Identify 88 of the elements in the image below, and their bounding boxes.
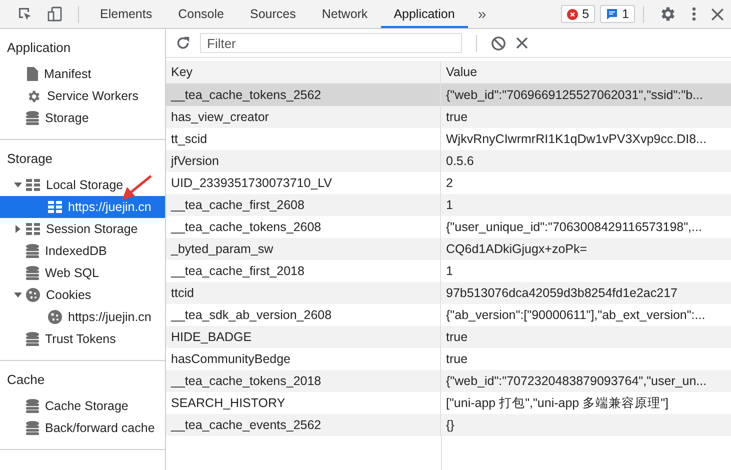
- value-cell-text: 1: [445, 197, 454, 214]
- grid-icon: [26, 223, 40, 235]
- database-icon: [26, 266, 39, 280]
- value-cell-text: 0.5.6: [445, 153, 475, 170]
- inspect-icon[interactable]: [17, 6, 33, 22]
- column-header[interactable]: Value: [441, 61, 731, 83]
- tree-item[interactable]: https://juejin.cn: [0, 196, 165, 218]
- tree-item[interactable]: Cache Storage: [0, 395, 165, 417]
- panel-tab[interactable]: Console: [165, 0, 237, 28]
- section-title: Cache: [6, 371, 46, 389]
- key-cell: ttcid: [166, 282, 441, 304]
- value-cell-text: {}: [445, 417, 456, 434]
- database-icon: [26, 244, 39, 258]
- key-cell: __tea_cache_first_2608: [166, 194, 441, 216]
- database-icon: [26, 332, 39, 346]
- refresh-icon[interactable]: [176, 36, 190, 50]
- value-cell-text: true: [445, 351, 469, 368]
- database-icon: [26, 111, 39, 125]
- value-cell-text: {"web_id":"7069669125527062031","ssid":"b...: [445, 87, 704, 104]
- tree-item[interactable]: IndexedDB: [0, 240, 165, 262]
- clear-icon[interactable]: [516, 37, 528, 49]
- tree-item[interactable]: Cookies: [0, 284, 165, 306]
- tree-item[interactable]: Web SQL: [0, 262, 165, 284]
- collapsed-triangle-icon[interactable]: [14, 225, 22, 233]
- file-icon: [26, 67, 38, 81]
- value-cell-text: 97b513076dca42059d3b8254fd1e2ac217: [445, 285, 678, 302]
- counter-badge[interactable]: 5: [561, 5, 596, 23]
- grid-icon: [26, 179, 40, 191]
- tree-item[interactable]: Trust Tokens: [0, 328, 165, 350]
- table-row[interactable]: __tea_cache_tokens_2018 {"web_id":"7072320483879093764","user_un...: [166, 370, 731, 392]
- table-row[interactable]: __tea_cache_events_2562 {}: [166, 414, 731, 436]
- more-tabs-button[interactable]: »: [468, 6, 496, 22]
- tree-item[interactable]: Local Storage: [0, 174, 165, 196]
- panel-tab[interactable]: Elements: [87, 0, 166, 28]
- tree-item[interactable]: Session Storage: [0, 218, 165, 240]
- counter-badge[interactable]: 1: [600, 5, 635, 23]
- value-cell-text: {"ab_version":["90000611"],"ab_ext_version":...: [445, 307, 706, 324]
- settings-icon[interactable]: [659, 5, 677, 23]
- error-icon: [567, 8, 578, 20]
- key-cell: __tea_cache_tokens_2018: [166, 370, 441, 392]
- value-cell-text: 1: [445, 263, 454, 280]
- cookie-icon: [48, 310, 62, 324]
- value-cell-text: WjkvRnyCIwrmrRI1K1qDw1vPV3Xvp9cc.DI8...: [445, 131, 708, 148]
- key-cell: __tea_cache_events_2562: [166, 414, 441, 436]
- table-row[interactable]: __tea_cache_first_2608 1: [166, 194, 731, 216]
- key-cell: HIDE_BADGE: [166, 326, 441, 348]
- value-cell-text: true: [445, 329, 469, 346]
- column-header[interactable]: Key: [166, 61, 441, 83]
- block-icon[interactable]: [491, 36, 506, 50]
- gear-icon: [26, 88, 41, 104]
- value-cell-text: CQ6d1ADkiGjugx+zoPk=: [445, 241, 588, 258]
- message-icon: [606, 8, 618, 20]
- tree-item[interactable]: https://juejin.cn: [0, 306, 165, 328]
- tree-item[interactable]: Service Workers: [0, 85, 165, 107]
- panel-tab[interactable]: Network: [308, 0, 381, 28]
- table-row[interactable]: ttcid 97b513076dca42059d3b8254fd1e2ac217: [166, 282, 731, 304]
- database-icon: [26, 399, 39, 413]
- cookie-icon: [26, 288, 40, 302]
- filter-field[interactable]: Filter: [200, 33, 462, 53]
- expanded-triangle-icon[interactable]: [14, 181, 22, 189]
- device-icon[interactable]: [47, 6, 63, 22]
- database-icon: [26, 421, 39, 435]
- value-cell-text: ["uni-app 打包","uni-app 多端兼容原理"]: [445, 395, 670, 412]
- value-cell-text: true: [445, 109, 469, 126]
- tree-item[interactable]: Back/forward cache: [0, 417, 165, 439]
- section-title: Storage: [6, 150, 54, 168]
- key-cell: _byted_param_sw: [166, 238, 441, 260]
- panel-tab[interactable]: Sources: [236, 0, 309, 28]
- tree-item[interactable]: Manifest: [0, 63, 165, 85]
- table-row[interactable]: jfVersion 0.5.6: [166, 150, 731, 172]
- counter-text: 1: [622, 7, 629, 21]
- table-row[interactable]: _byted_param_sw CQ6d1ADkiGjugx+zoPk=: [166, 238, 731, 260]
- key-cell: has_view_creator: [166, 106, 441, 128]
- value-cell-text: {"user_unique_id":"7063008429116573198",...: [445, 219, 703, 236]
- grid-icon: [48, 201, 62, 213]
- counter-text: 5: [582, 7, 590, 21]
- panel-tab[interactable]: Application: [380, 0, 468, 28]
- table-row[interactable]: __tea_cache_tokens_2562 {"web_id":"7069669125527062031","ssid":"b...: [166, 84, 731, 106]
- tree-item[interactable]: Storage: [0, 107, 165, 129]
- expanded-triangle-icon[interactable]: [14, 291, 22, 299]
- more-menu-icon[interactable]: [691, 6, 697, 22]
- key-cell: jfVersion: [166, 150, 441, 172]
- table-row[interactable]: HIDE_BADGE true: [166, 326, 731, 348]
- table-row[interactable]: has_view_creator true: [166, 106, 731, 128]
- section-title: Application: [6, 39, 72, 57]
- value-cell-text: 2: [445, 175, 454, 192]
- close-icon[interactable]: [711, 8, 724, 20]
- value-cell-text: {"web_id":"7072320483879093764","user_un...: [445, 373, 708, 390]
